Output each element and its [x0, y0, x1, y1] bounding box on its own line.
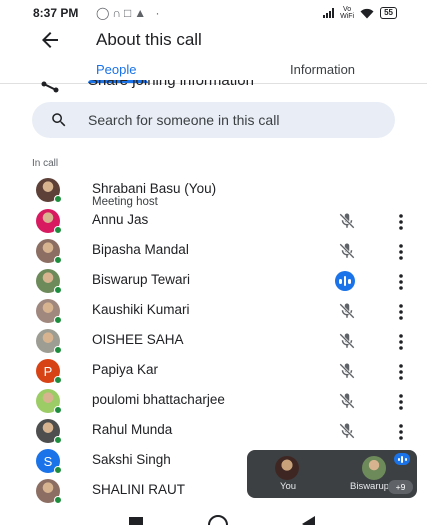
participant-name: Papiya Kar — [92, 362, 159, 377]
share-joining-info-label: Share joining information — [88, 80, 254, 89]
nav-back-icon[interactable] — [302, 516, 315, 525]
participant-avatar — [36, 269, 62, 294]
participant-avatar: P — [36, 359, 62, 384]
mic-off-icon — [339, 213, 355, 229]
online-status-dot — [54, 376, 62, 384]
wifi-icon — [360, 8, 374, 18]
share-joining-info-row[interactable]: Share joining information — [0, 80, 427, 94]
app-header: About this call — [0, 26, 427, 56]
back-arrow-icon[interactable] — [38, 28, 62, 52]
status-bar: 8:37 PM ◯∩□▲ · Vo WiFi 55 — [0, 0, 427, 26]
participant-avatar — [36, 299, 62, 324]
participant-avatar — [36, 479, 62, 504]
online-status-dot — [54, 406, 62, 414]
participant-name: Bipasha Mandal — [92, 242, 189, 257]
speaking-indicator-icon — [335, 271, 355, 291]
in-call-section-label: In call — [32, 158, 59, 169]
more-options-icon[interactable] — [393, 393, 409, 411]
participant-row[interactable]: Kaushiki Kumari — [0, 297, 427, 327]
participant-avatar — [36, 389, 62, 414]
mic-off-icon — [339, 423, 355, 439]
participant-row[interactable]: Rahul Munda — [0, 417, 427, 447]
call-preview-overlay[interactable]: You Biswarup Tewari +9 — [247, 450, 417, 498]
tab-information[interactable]: Information — [290, 62, 355, 77]
home-icon[interactable] — [208, 515, 228, 525]
more-options-icon[interactable] — [393, 213, 409, 231]
online-status-dot — [54, 496, 62, 504]
participant-name: Rahul Munda — [92, 422, 173, 437]
online-status-dot — [54, 346, 62, 354]
battery-icon: 55 — [380, 7, 397, 19]
online-status-dot — [54, 316, 62, 324]
participant-name: poulomi bhattacharjee — [92, 392, 225, 407]
status-time: 8:37 PM — [33, 6, 79, 20]
participant-name: Kaushiki Kumari — [92, 302, 190, 317]
participant-name: OISHEE SAHA — [92, 332, 184, 347]
share-icon — [41, 81, 59, 93]
speaking-indicator-icon — [394, 453, 410, 465]
participant-avatar — [36, 239, 62, 264]
page-title: About this call — [96, 30, 202, 49]
online-status-dot — [54, 436, 62, 444]
participant-name: Shrabani Basu (You) — [92, 181, 217, 196]
participant-avatar — [36, 209, 62, 234]
pip-more-participants-badge: +9 — [388, 480, 413, 494]
participant-name: SHALINI RAUT — [92, 482, 186, 497]
online-status-dot — [54, 226, 62, 234]
search-box[interactable] — [32, 102, 395, 138]
participant-row[interactable]: poulomi bhattacharjee — [0, 387, 427, 417]
more-options-icon[interactable] — [393, 363, 409, 381]
mic-off-icon — [339, 393, 355, 409]
participant-name: Sakshi Singh — [92, 452, 171, 467]
more-options-icon[interactable] — [393, 423, 409, 441]
mic-off-icon — [339, 333, 355, 349]
recent-apps-icon[interactable] — [129, 517, 143, 525]
system-nav-bar — [0, 509, 427, 525]
search-icon — [52, 113, 66, 127]
participant-row[interactable]: Annu Jas — [0, 207, 427, 237]
participant-row[interactable]: Bipasha Mandal — [0, 237, 427, 267]
more-options-icon[interactable] — [393, 243, 409, 261]
participant-name: Biswarup Tewari — [92, 272, 191, 287]
participant-row[interactable]: Shrabani Basu (You) Meeting host — [0, 176, 427, 208]
tab-people[interactable]: People — [96, 62, 136, 77]
pip-speaker-avatar — [362, 456, 386, 480]
participant-row[interactable]: P Papiya Kar — [0, 357, 427, 387]
more-options-icon[interactable] — [393, 303, 409, 321]
participant-name: Annu Jas — [92, 212, 149, 227]
online-status-dot — [54, 286, 62, 294]
online-status-dot — [54, 466, 62, 474]
signal-icon — [323, 8, 335, 18]
mic-off-icon — [339, 303, 355, 319]
notification-icons: ◯∩□▲ · — [96, 6, 163, 20]
search-input[interactable] — [88, 102, 378, 138]
status-indicators: Vo WiFi 55 — [323, 6, 397, 20]
pip-self-label: You — [280, 481, 297, 492]
pip-speaker-label: Biswarup Tewari — [350, 481, 388, 492]
online-status-dot — [54, 195, 62, 203]
volte-label: Vo WiFi — [340, 6, 355, 20]
mic-off-icon — [339, 243, 355, 259]
online-status-dot — [54, 256, 62, 264]
participant-avatar — [36, 419, 62, 444]
more-options-icon[interactable] — [393, 333, 409, 351]
participant-avatar: S — [36, 449, 62, 474]
participant-row[interactable]: Biswarup Tewari — [0, 267, 427, 297]
participant-avatar — [36, 178, 62, 203]
mic-off-icon — [339, 363, 355, 379]
more-options-icon[interactable] — [393, 273, 409, 291]
participant-row[interactable]: OISHEE SAHA — [0, 327, 427, 357]
pip-self-avatar — [275, 456, 299, 480]
participant-avatar — [36, 329, 62, 354]
